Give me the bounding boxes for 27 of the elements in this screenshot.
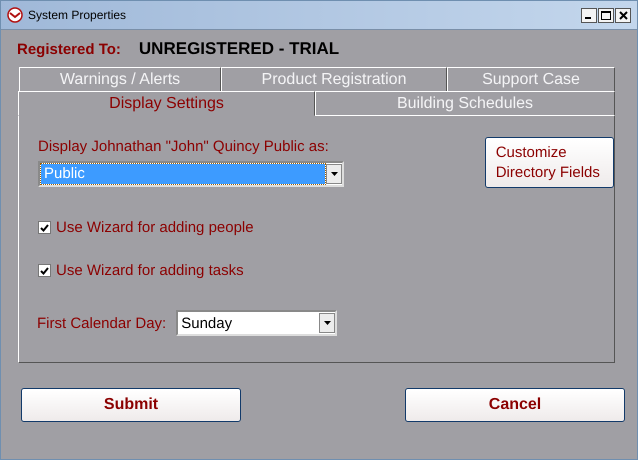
display-as-label: Display Johnathan "John" Quincy Public as: bbox=[38, 138, 330, 155]
first-day-label: First Calendar Day: bbox=[37, 314, 166, 332]
dialog-button[interactable]: Submit bbox=[21, 388, 241, 422]
checkbox[interactable] bbox=[38, 264, 51, 277]
close-button[interactable] bbox=[615, 8, 631, 22]
dialog-button[interactable]: Cancel bbox=[405, 388, 625, 422]
maximize-button[interactable] bbox=[598, 8, 614, 22]
tab[interactable]: Product Registration bbox=[221, 67, 447, 91]
minimize-button[interactable] bbox=[581, 8, 597, 22]
dropdown-arrow-icon bbox=[324, 321, 331, 325]
tab[interactable]: Building Schedules bbox=[315, 91, 615, 116]
window-title: System Properties bbox=[28, 8, 128, 22]
registered-label: Registered To: bbox=[17, 40, 121, 58]
maximize-icon bbox=[601, 10, 611, 20]
dropdown[interactable]: Public bbox=[38, 161, 344, 187]
tab[interactable]: Warnings / Alerts bbox=[19, 67, 221, 91]
dropdown[interactable]: Sunday bbox=[176, 310, 338, 336]
tab[interactable]: Display Settings bbox=[18, 91, 315, 116]
checkbox[interactable] bbox=[38, 221, 51, 234]
dropdown-arrow-icon bbox=[330, 172, 338, 176]
checkbox-label: Use Wizard for adding tasks bbox=[56, 262, 244, 279]
checkbox-label: Use Wizard for adding people bbox=[56, 219, 254, 236]
tab[interactable]: Support Case bbox=[447, 67, 615, 91]
registration-status: UNREGISTERED - TRIAL bbox=[138, 39, 340, 59]
app-icon bbox=[7, 7, 23, 23]
close-icon bbox=[618, 10, 628, 20]
customize-fields-button[interactable]: Customize Directory Fields bbox=[484, 137, 614, 188]
